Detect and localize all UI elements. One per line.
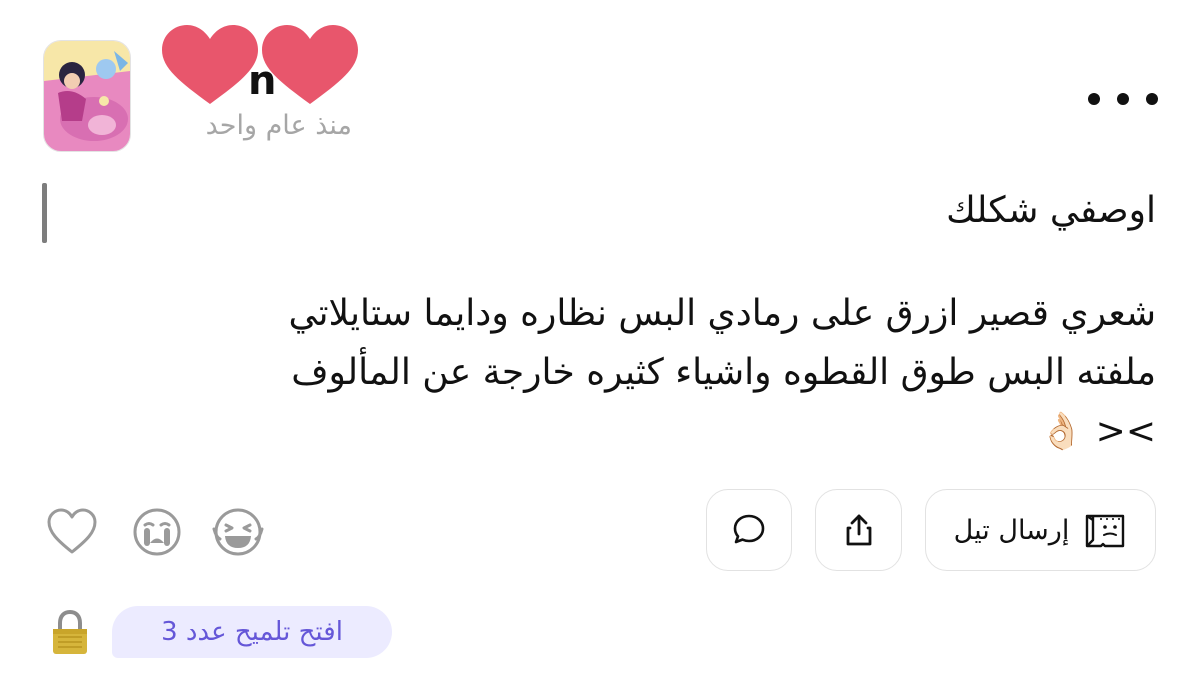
author-avatar[interactable] [43,40,131,152]
comment-button[interactable] [706,489,792,571]
answer-line: شعري قصير ازرق على رمادي البس نظاره وداي… [288,293,1156,334]
more-dot-icon [1117,93,1129,105]
question-text: اوصفي شكلك [946,190,1156,231]
unlock-hint-label: افتح تلميح عدد 3 [161,617,343,647]
lock-icon [50,609,90,656]
answer-text: شعري قصير ازرق على رمادي البس نظاره وداي… [96,284,1156,461]
question-quote-bar [42,183,47,243]
answer-line: ملفته البس طوق القطوه واشياء كثيره خارجة… [291,352,1156,393]
heart-reaction-button[interactable] [46,507,97,557]
tell-card-icon [1086,514,1125,548]
send-tell-label: إرسال تيل [953,514,1070,546]
comment-bubble-icon [733,514,765,544]
more-options-button[interactable] [1088,84,1158,114]
share-icon [846,514,871,546]
crying-face-icon [133,508,181,556]
avatar-illustration [44,41,130,151]
laughing-face-icon [212,508,264,556]
heart-outline-icon [47,508,97,554]
laugh-reaction-button[interactable] [212,507,264,557]
cry-reaction-button[interactable] [132,507,182,557]
unlock-hint-button[interactable]: افتح تلميح عدد 3 [112,606,392,658]
heart-sticker-icon [162,25,358,104]
more-dot-icon [1088,93,1100,105]
post-timestamp: منذ عام واحد [205,110,352,141]
more-dot-icon [1146,93,1158,105]
author-name[interactable]: n [160,20,360,110]
share-button[interactable] [815,489,902,571]
send-tell-button[interactable]: إرسال تيل [925,489,1156,571]
answer-line: >< 👌🏻 [1039,411,1156,452]
